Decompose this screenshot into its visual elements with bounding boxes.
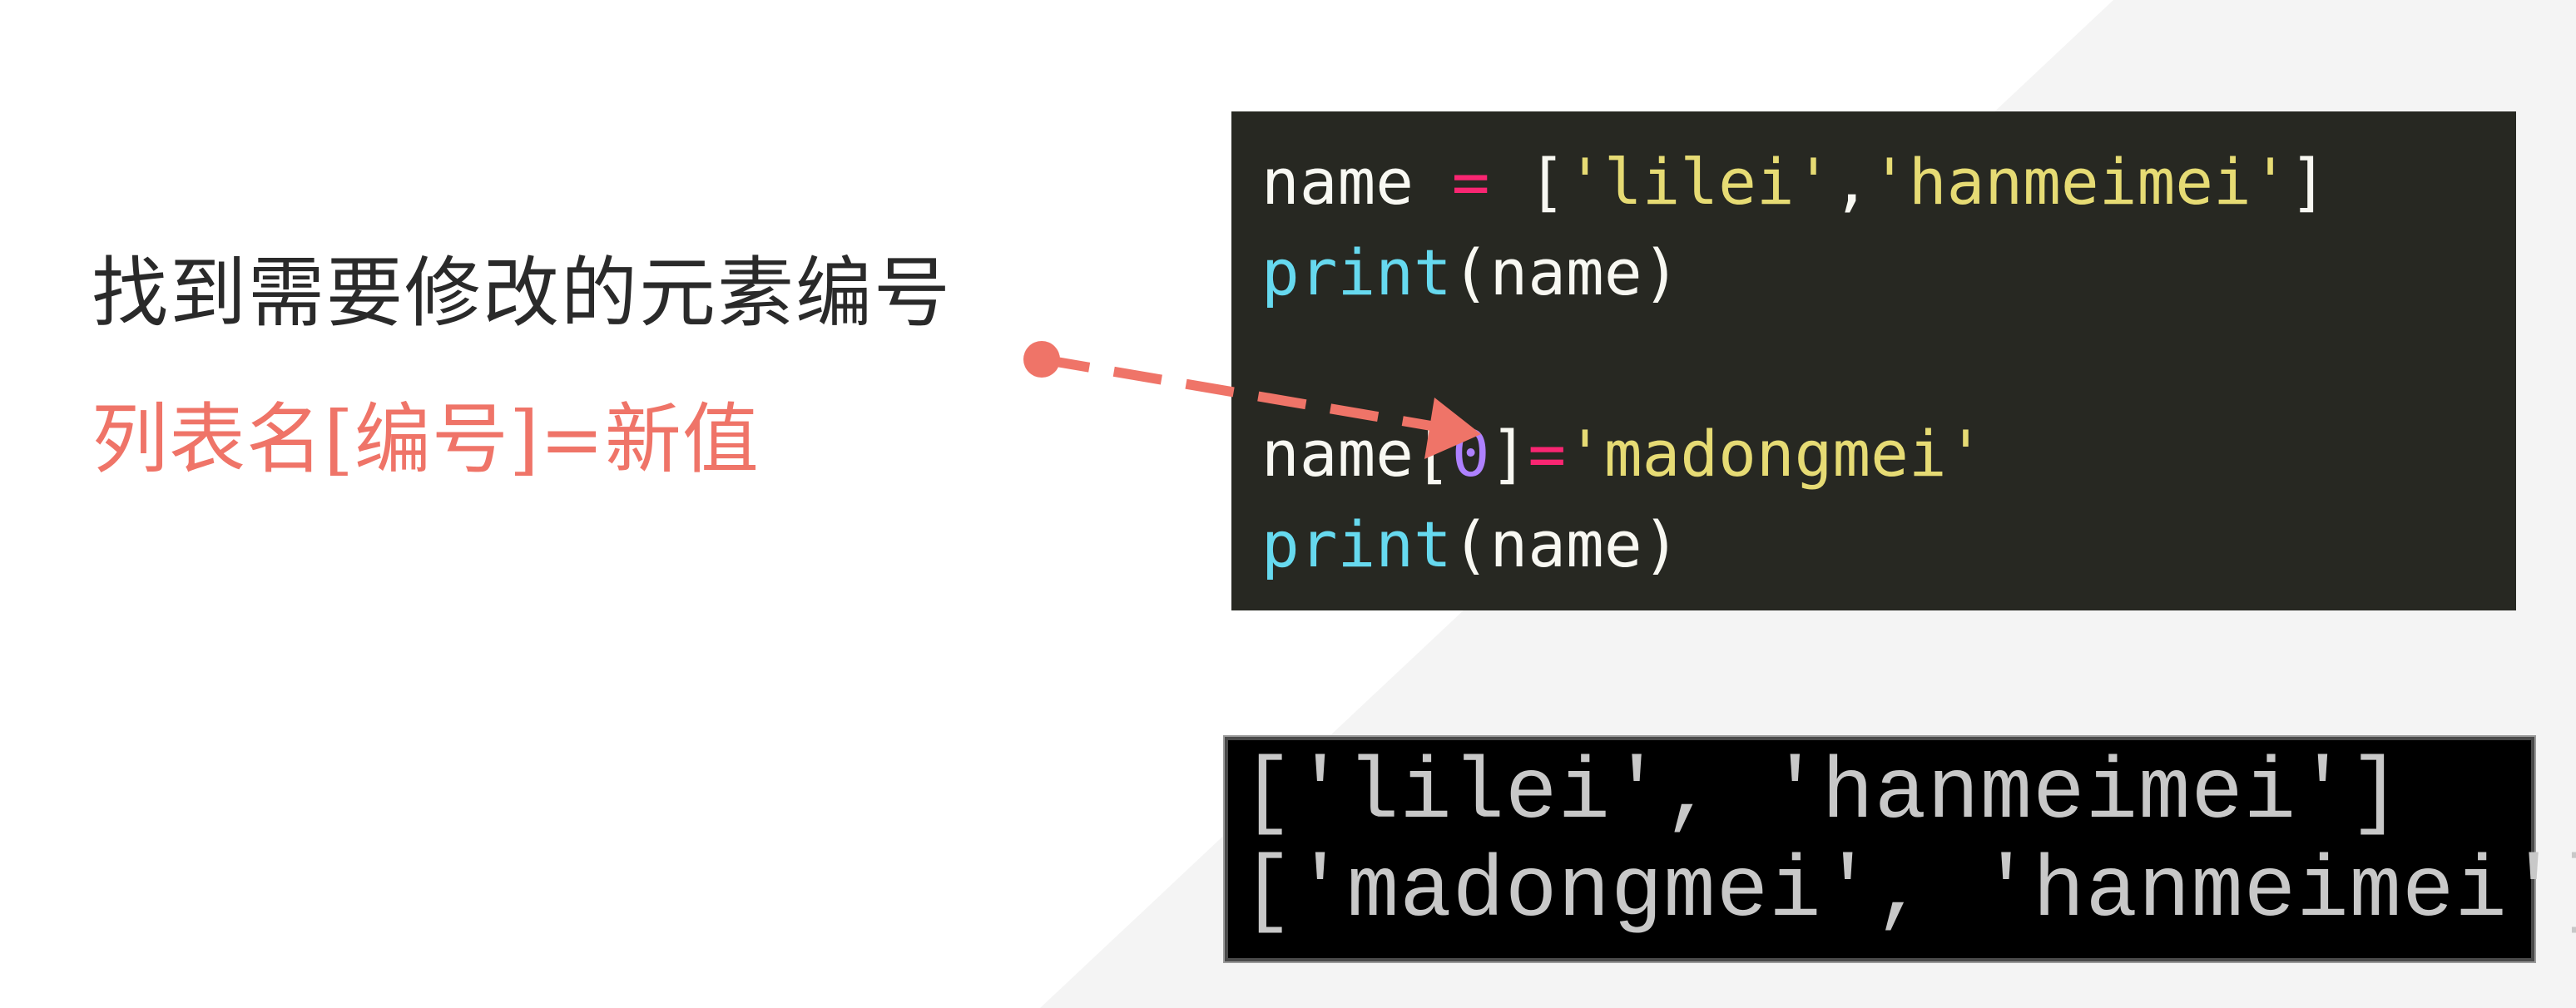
code-editor: name = ['lilei','hanmeimei'] print(name)… — [1231, 111, 2516, 610]
code-token-bracket-close: ] — [1489, 417, 1528, 491]
code-token-index: 0 — [1451, 417, 1490, 491]
code-line-4: name[0]='madongmei' — [1261, 408, 2516, 499]
code-token-comma: , — [1832, 145, 1871, 219]
code-line-2: print(name) — [1261, 227, 2516, 318]
instruction-text: 找到需要修改的元素编号 — [92, 249, 953, 338]
slide: 找到需要修改的元素编号 列表名[编号]=新值 name = ['lilei','… — [0, 0, 2576, 1008]
code-token-bracket-open: [ — [1414, 417, 1452, 491]
code-token-ident: name — [1261, 417, 1414, 491]
code-token-string: 'hanmeimei' — [1870, 145, 2290, 219]
console-output: ['lilei', 'hanmeimei'] ['madongmei', 'ha… — [1225, 737, 2576, 961]
syntax-text: 列表名[编号]=新值 — [92, 395, 760, 484]
code-token-operator: = — [1528, 417, 1567, 491]
console-line-1: ['lilei', 'hanmeimei'] — [1241, 745, 2403, 843]
code-token-function: print — [1261, 507, 1452, 581]
code-token-bracket-open: [ — [1528, 145, 1567, 219]
code-token-arg: name — [1489, 507, 1642, 581]
code-token-function: print — [1261, 235, 1452, 309]
code-token-bracket-close: ] — [2289, 145, 2328, 219]
code-token-string: 'lilei' — [1566, 145, 1833, 219]
console-line-2: ['madongmei', 'hanmeimei'] — [1241, 843, 2576, 941]
code-token-paren-close: ) — [1642, 507, 1681, 581]
code-token-operator: = — [1451, 145, 1490, 219]
code-token-paren-open: ( — [1451, 507, 1490, 581]
code-token-paren-open: ( — [1451, 235, 1490, 309]
code-token-paren-close: ) — [1642, 235, 1681, 309]
code-token-string: 'madongmei' — [1566, 417, 1985, 491]
code-token-ident: name — [1261, 145, 1414, 219]
code-token-arg: name — [1489, 235, 1642, 309]
code-line-1: name = ['lilei','hanmeimei'] — [1261, 136, 2516, 227]
code-line-5: print(name) — [1261, 499, 2516, 590]
